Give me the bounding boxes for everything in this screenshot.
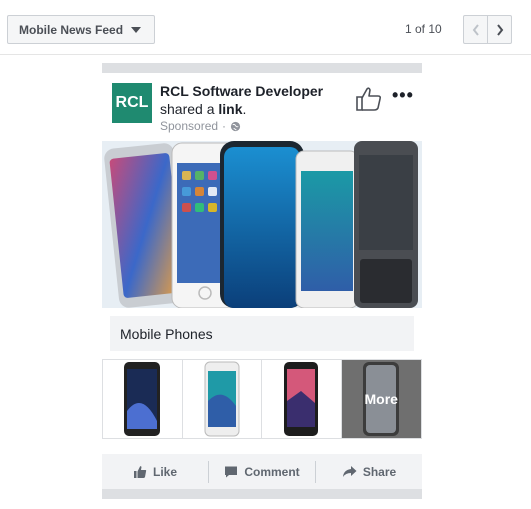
placement-dropdown[interactable]: Mobile News Feed — [7, 15, 155, 44]
page-name-link[interactable]: RCL Software Developer — [160, 83, 323, 99]
like-label: Like — [152, 464, 177, 479]
shared-line: shared a link. — [160, 101, 246, 117]
link-title[interactable]: Mobile Phones — [110, 316, 414, 351]
ellipsis-icon[interactable]: ••• — [392, 85, 414, 106]
sponsored-separator: · — [222, 119, 227, 133]
carousel-card-2[interactable] — [182, 360, 262, 438]
share-button[interactable]: Share — [316, 454, 422, 489]
avatar[interactable]: RCL — [112, 83, 152, 123]
like-button[interactable]: Like — [102, 454, 208, 489]
carousel-card-3[interactable] — [262, 360, 342, 438]
comment-button[interactable]: Comment — [209, 454, 315, 489]
avatar-text: RCL — [115, 94, 149, 111]
carousel-card-more[interactable]: More — [341, 360, 421, 438]
sponsored-label: Sponsored — [160, 119, 219, 133]
frame-bottom-bar — [102, 489, 422, 499]
hero-image[interactable] — [102, 141, 422, 308]
preview-toolbar: Mobile News Feed 1 of 10 — [0, 0, 531, 55]
thumbs-up-icon — [356, 87, 382, 111]
chevron-down-icon — [131, 26, 142, 33]
next-button[interactable] — [487, 15, 512, 44]
ad-preview: RCL RCL Software Developer shared a link… — [102, 63, 422, 499]
comment-label: Comment — [244, 464, 300, 479]
thumbs-up-icon — [133, 465, 147, 478]
product-carousel: More — [102, 359, 422, 439]
placement-label: Mobile News Feed — [19, 22, 124, 37]
phone-thumbnail — [204, 361, 240, 437]
shared-prefix: shared a — [160, 101, 215, 117]
globe-icon — [230, 121, 241, 131]
chevron-right-icon — [496, 23, 503, 36]
phone-thumbnail — [284, 362, 319, 436]
shared-link-word[interactable]: link — [218, 101, 242, 117]
sponsored-row: Sponsored · — [160, 119, 241, 133]
phones-image — [102, 141, 422, 308]
chevron-left-icon — [472, 23, 479, 36]
carousel-more-label: More — [364, 391, 398, 407]
pager-count: 1 of 10 — [405, 22, 442, 36]
share-label: Share — [362, 464, 397, 479]
like-page-button[interactable] — [355, 86, 383, 112]
frame-top-bar — [102, 63, 422, 73]
share-arrow-icon — [342, 466, 357, 477]
carousel-card-1[interactable] — [103, 360, 183, 438]
comment-icon — [225, 466, 238, 477]
shared-suffix: . — [242, 101, 247, 117]
previous-button[interactable] — [463, 15, 488, 44]
action-bar: Like Comment Share — [102, 454, 422, 489]
phone-thumbnail — [124, 362, 161, 436]
